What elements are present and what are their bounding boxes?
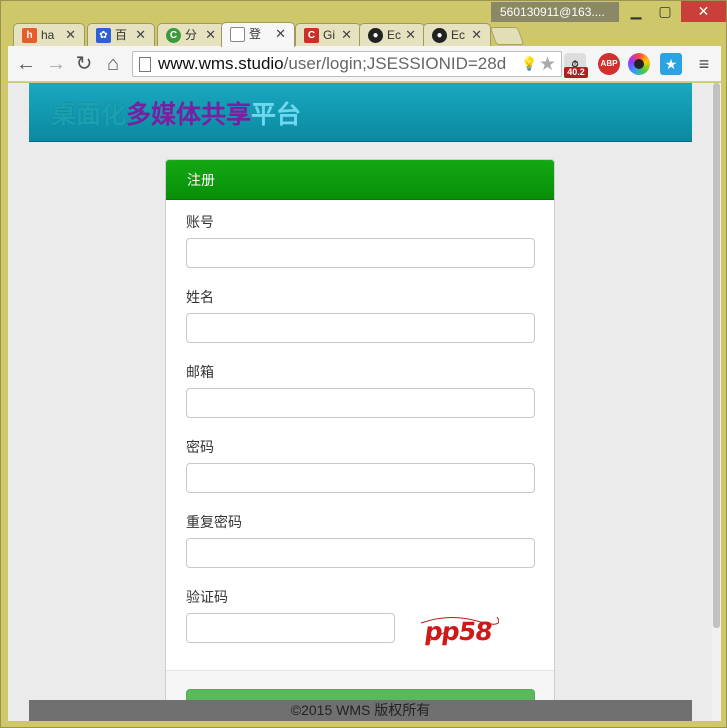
adblock-plus-icon[interactable]: ABP	[598, 53, 620, 75]
tab-baidu[interactable]: ✿ 百 ✕	[87, 23, 155, 47]
close-window-button[interactable]: ✕	[681, 1, 726, 22]
captcha-label: 验证码	[186, 589, 228, 605]
speedometer-extension-icon[interactable]: ⏱ 40.2	[564, 53, 588, 78]
bookmark-star-icon[interactable]: ★	[539, 53, 556, 76]
name-field: 姓名	[186, 287, 535, 343]
tab-label: Gi	[323, 28, 335, 42]
tab-strip: h ha ✕ ✿ 百 ✕ C 分 ✕ 登 ✕ C Gi ✕ ● Ec ✕ ● E…	[9, 21, 724, 47]
account-label: 账号	[186, 214, 214, 230]
register-panel: 注册 账号 姓名 邮箱 密码 重复密码 验证码 pp58	[165, 159, 555, 721]
page-viewport: 桌面化多媒体共享平台 注册 账号 姓名 邮箱 密码 重复密码 验证码 pp58 …	[8, 83, 721, 721]
hao-icon: h	[22, 28, 37, 43]
email-field: 邮箱	[186, 362, 535, 418]
tab-label: Ec	[387, 28, 402, 42]
csdn-icon: C	[304, 28, 319, 43]
site-brand[interactable]: 桌面化多媒体共享平台	[51, 95, 301, 131]
captcha-image[interactable]: pp58	[419, 613, 499, 646]
vertical-scrollbar[interactable]	[712, 83, 721, 721]
name-input[interactable]	[186, 313, 535, 343]
tab-close-icon[interactable]: ✕	[471, 24, 482, 46]
tab-csdn[interactable]: C Gi ✕	[295, 23, 361, 47]
repeat-password-field: 重复密码	[186, 512, 535, 568]
minimize-button[interactable]: ▁	[623, 1, 649, 22]
brand-part-3: 平台	[251, 100, 302, 129]
captcha-input[interactable]	[186, 613, 395, 643]
captcha-text: pp58	[422, 617, 494, 646]
tab-close-icon[interactable]: ✕	[205, 24, 216, 46]
tab-hao[interactable]: h ha ✕	[13, 23, 85, 47]
back-arrow-icon[interactable]: ←	[14, 52, 38, 76]
panel-title: 注册	[166, 160, 554, 200]
lightbulb-icon[interactable]: 💡	[521, 56, 537, 72]
password-input[interactable]	[186, 463, 535, 493]
repeat-password-input[interactable]	[186, 538, 535, 568]
tab-fen[interactable]: C 分 ✕	[157, 23, 225, 47]
tab-close-icon[interactable]: ✕	[275, 23, 286, 45]
tab-login[interactable]: 登 ✕	[221, 22, 295, 47]
maximize-button[interactable]: ▢	[651, 1, 679, 22]
email-input[interactable]	[186, 388, 535, 418]
name-label: 姓名	[186, 289, 214, 305]
profile-badge[interactable]: 560130911@163....	[491, 2, 619, 22]
account-input[interactable]	[186, 238, 535, 268]
tab-label: 百	[115, 28, 128, 42]
forward-arrow-icon[interactable]: →	[44, 52, 68, 76]
tab-close-icon[interactable]: ✕	[405, 24, 416, 46]
browser-window: 560130911@163.... ▁ ▢ ✕ h ha ✕ ✿ 百 ✕ C 分…	[0, 0, 727, 728]
github-icon: ●	[368, 28, 383, 43]
url-text[interactable]: www.wms.studio/user/login;JSESSIONID=28d	[158, 52, 513, 76]
chrome-menu-icon[interactable]: ≡	[694, 52, 714, 76]
tab-github-1[interactable]: ● Ec ✕	[359, 23, 425, 47]
browser-toolbar: ← → ↻ ⌂ www.wms.studio/user/login;JSESSI…	[8, 46, 721, 82]
tab-label: Ec	[451, 28, 466, 42]
c-logo-icon: C	[166, 28, 181, 43]
site-footer: ©2015 WMS 版权所有	[29, 700, 692, 721]
github-icon: ●	[432, 28, 447, 43]
site-header: 桌面化多媒体共享平台	[29, 83, 692, 142]
password-field: 密码	[186, 437, 535, 493]
page-icon	[230, 27, 245, 42]
baidu-paw-icon: ✿	[96, 28, 111, 43]
repeat-password-label: 重复密码	[186, 514, 242, 530]
new-tab-button[interactable]	[489, 27, 525, 45]
scroll-thumb[interactable]	[713, 83, 720, 628]
address-bar[interactable]: www.wms.studio/user/login;JSESSIONID=28d…	[132, 51, 562, 77]
tab-close-icon[interactable]: ✕	[135, 24, 146, 46]
color-picker-extension-icon[interactable]	[628, 53, 650, 75]
tab-close-icon[interactable]: ✕	[65, 24, 76, 46]
brand-part-1: 桌面化	[51, 100, 127, 129]
url-host: www.wms.studio	[158, 54, 284, 73]
password-label: 密码	[186, 439, 214, 455]
tab-label: 分	[185, 28, 198, 42]
page-icon	[139, 57, 151, 72]
account-field: 账号	[186, 212, 535, 268]
tab-label: 登	[249, 27, 262, 41]
brand-part-2: 多媒体共享	[126, 100, 252, 129]
tab-label: ha	[41, 28, 55, 42]
reload-icon[interactable]: ↻	[72, 52, 96, 76]
home-icon[interactable]: ⌂	[101, 52, 125, 76]
captcha-field: 验证码	[186, 587, 395, 643]
speed-badge: 40.2	[564, 67, 588, 78]
tab-github-2[interactable]: ● Ec ✕	[423, 23, 491, 47]
url-path: /user/login;JSESSIONID=28d	[283, 54, 507, 73]
email-label: 邮箱	[186, 364, 214, 380]
bookmark-extension-icon[interactable]: ★	[660, 53, 682, 75]
tab-close-icon[interactable]: ✕	[341, 24, 352, 46]
